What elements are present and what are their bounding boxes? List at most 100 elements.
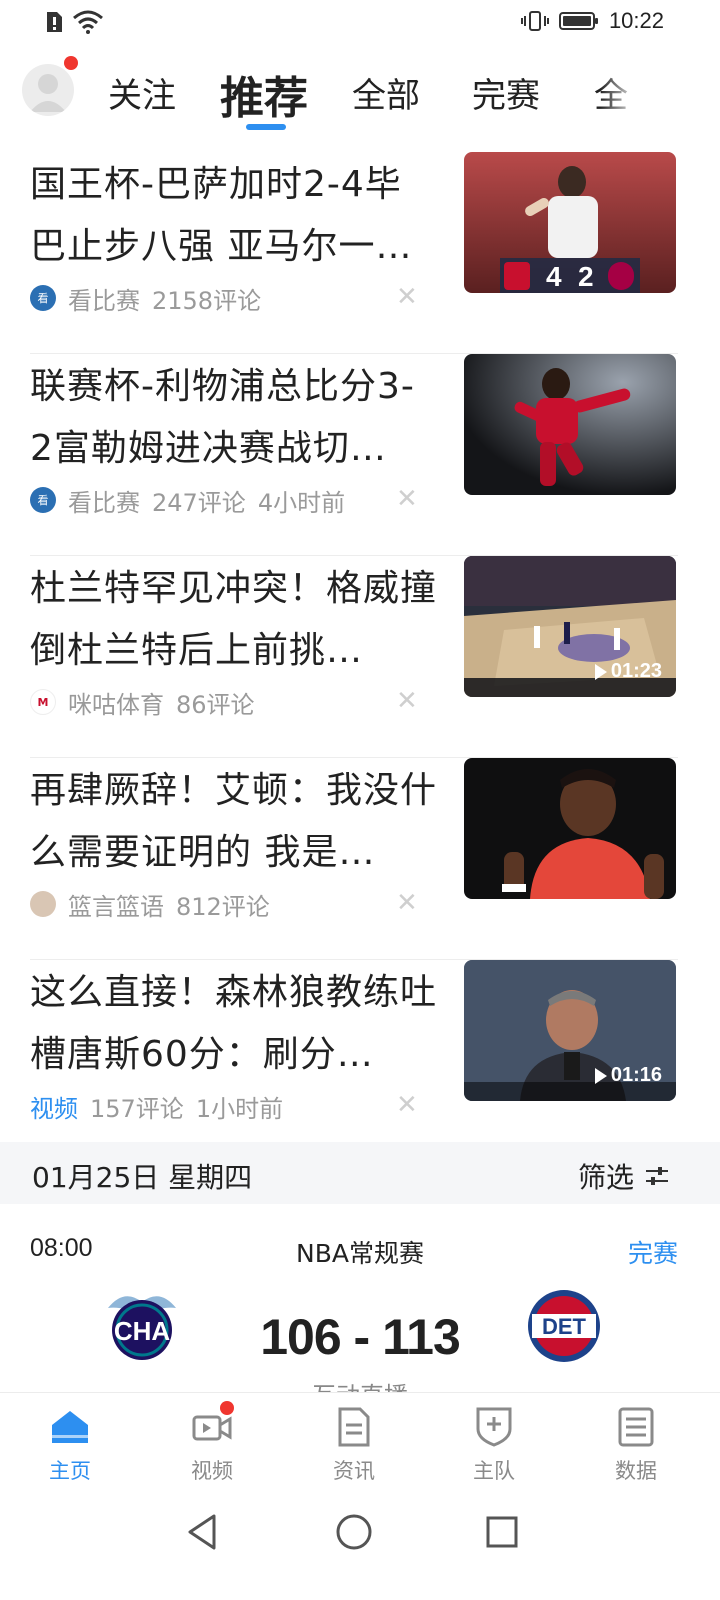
news-time: 1小时前 — [195, 1094, 284, 1123]
system-nav-bar — [0, 1492, 720, 1600]
news-item[interactable]: 杜兰特罕见冲突！格威撞倒杜兰特后上前挑… M 咪咕体育 86评论 ✕ 01:23 — [30, 556, 678, 758]
vibrate-icon — [520, 11, 549, 31]
data-list-icon — [618, 1407, 654, 1447]
schedule-date: 01月25日 星期四 — [32, 1161, 253, 1194]
play-icon — [594, 1067, 607, 1084]
thumb-score-left: 4 — [546, 261, 562, 292]
news-time: 4小时前 — [257, 488, 346, 517]
source-logo-icon: M — [30, 689, 56, 715]
nav-video-label: 视频 — [191, 1459, 233, 1483]
schedule-date-bar: 01月25日 星期四 筛选 — [0, 1142, 720, 1204]
news-title: 国王杯-巴萨加时2-4毕巴止步八强 亚马尔一… — [30, 164, 413, 267]
news-item[interactable]: 这么直接！森林狼教练吐槽唐斯60分：刷分… 视频 157评论 1小时前 ✕ 01… — [30, 960, 678, 1162]
bottom-nav: 主页 视频 资讯 主队 数据 — [0, 1392, 720, 1492]
source-logo-icon — [30, 891, 56, 917]
news-thumbnail — [464, 758, 676, 899]
news-meta: 看 看比赛 247评论 4小时前 — [30, 482, 345, 518]
news-title: 再肆厥辞！艾顿：我没什么需要证明的 我是… — [30, 770, 438, 873]
news-source: 篮言篮语 — [68, 892, 164, 921]
battery-icon — [558, 12, 598, 30]
news-source: 看比赛 — [68, 488, 140, 517]
nav-video[interactable]: 视频 — [162, 1401, 262, 1485]
tab-fade-overlay — [600, 52, 640, 132]
news-comments: 157评论 — [90, 1094, 184, 1123]
home-icon — [52, 1411, 88, 1443]
filter-label: 筛选 — [577, 1161, 634, 1194]
dismiss-icon[interactable]: ✕ — [396, 686, 418, 716]
video-badge — [220, 1401, 234, 1415]
status-left — [44, 10, 104, 34]
news-thumbnail[interactable]: 01:16 — [464, 960, 676, 1101]
sim-alert-icon — [47, 12, 62, 32]
tab-following[interactable]: 关注 — [108, 68, 176, 117]
status-time: 10:22 — [608, 8, 664, 33]
team-shield-icon — [476, 1407, 512, 1447]
thumbnail-image: 4 2 — [464, 152, 676, 293]
play-icon — [594, 663, 607, 680]
news-comments: 812评论 — [176, 892, 270, 921]
dismiss-icon[interactable]: ✕ — [396, 282, 418, 312]
nav-news-label: 资讯 — [333, 1459, 375, 1483]
status-bar: 10:22 — [0, 0, 720, 48]
dismiss-icon[interactable]: ✕ — [396, 1090, 418, 1120]
news-item[interactable]: 联赛杯-利物浦总比分3-2富勒姆进决赛战切… 看 看比赛 247评论 4小时前 … — [30, 354, 678, 556]
thumbnail-image — [464, 758, 676, 899]
tab-recommended[interactable]: 推荐 — [220, 62, 308, 126]
team-abbr-away: DET — [542, 1314, 587, 1339]
video-duration: 01:23 — [594, 660, 662, 683]
nav-team[interactable]: 主队 — [444, 1405, 544, 1485]
recents-icon[interactable] — [480, 1510, 524, 1554]
filter-icon — [646, 1167, 668, 1185]
thumbnail-image — [464, 354, 676, 495]
live-hint: 互动直播 — [0, 1376, 720, 1392]
tab-finished[interactable]: 完赛 — [472, 68, 540, 117]
nav-data-label: 数据 — [615, 1459, 657, 1483]
source-logo-icon: 看 — [30, 285, 56, 311]
news-title: 这么直接！森林狼教练吐槽唐斯60分：刷分… — [30, 972, 438, 1075]
wifi-icon — [73, 10, 103, 34]
status-right: 10:22 — [520, 8, 664, 34]
news-meta: 看 看比赛 2158评论 — [30, 280, 261, 316]
news-document-icon — [338, 1407, 370, 1447]
game-score: 106 - 113 — [260, 1309, 461, 1365]
news-thumbnail: 4 2 — [464, 152, 676, 293]
news-source: 视频 — [30, 1094, 78, 1123]
nav-data[interactable]: 数据 — [586, 1405, 686, 1485]
news-source: 看比赛 — [68, 286, 140, 315]
user-avatar[interactable] — [22, 64, 74, 116]
news-meta: M 咪咕体育 86评论 — [30, 684, 255, 720]
game-card[interactable]: 08:00 NBA常规赛 完赛 CHA 106 - 113 DET 互动直播 — [0, 1204, 720, 1392]
nav-news[interactable]: 资讯 — [304, 1405, 404, 1485]
nav-home[interactable]: 主页 — [20, 1405, 120, 1485]
news-comments: 247评论 — [152, 488, 246, 517]
tab-active-indicator — [246, 124, 286, 130]
news-comments: 2158评论 — [152, 286, 262, 315]
news-meta: 视频 157评论 1小时前 — [30, 1088, 283, 1124]
source-logo-icon: 看 — [30, 487, 56, 513]
game-league: NBA常规赛 — [296, 1239, 424, 1268]
duration-text: 01:23 — [610, 660, 662, 682]
tab-all[interactable]: 全部 — [352, 68, 420, 117]
game-status: 完赛 — [627, 1239, 678, 1268]
news-item[interactable]: 再肆厥辞！艾顿：我没什么需要证明的 我是… 篮言篮语 812评论 ✕ — [30, 758, 678, 960]
dismiss-icon[interactable]: ✕ — [396, 484, 418, 514]
duration-text: 01:16 — [610, 1064, 662, 1086]
nav-team-label: 主队 — [473, 1459, 515, 1483]
top-tab-bar: 关注 推荐 全部 完赛 全 — [0, 52, 720, 142]
home-circle-icon[interactable] — [332, 1510, 376, 1554]
news-item[interactable]: 国王杯-巴萨加时2-4毕巴止步八强 亚马尔一… 看 看比赛 2158评论 ✕ 4… — [30, 152, 678, 354]
news-title: 联赛杯-利物浦总比分3-2富勒姆进决赛战切… — [30, 366, 415, 469]
news-title: 杜兰特罕见冲突！格威撞倒杜兰特后上前挑… — [30, 568, 438, 671]
app-screen: 10:22 关注 推荐 全部 完赛 全 国王杯-巴萨加时2-4毕巴止步八强 亚马… — [0, 0, 720, 1600]
default-avatar-icon — [30, 74, 66, 112]
dismiss-icon[interactable]: ✕ — [396, 888, 418, 918]
news-thumbnail[interactable]: 01:23 — [464, 556, 676, 697]
news-thumbnail — [464, 354, 676, 495]
filter-button[interactable]: 筛选 — [578, 1156, 670, 1196]
nav-home-label: 主页 — [49, 1459, 91, 1483]
back-icon[interactable] — [180, 1510, 224, 1554]
video-duration: 01:16 — [594, 1064, 662, 1087]
thumb-score-right: 2 — [578, 261, 594, 292]
notification-badge — [64, 56, 78, 70]
news-comments: 86评论 — [176, 690, 255, 719]
